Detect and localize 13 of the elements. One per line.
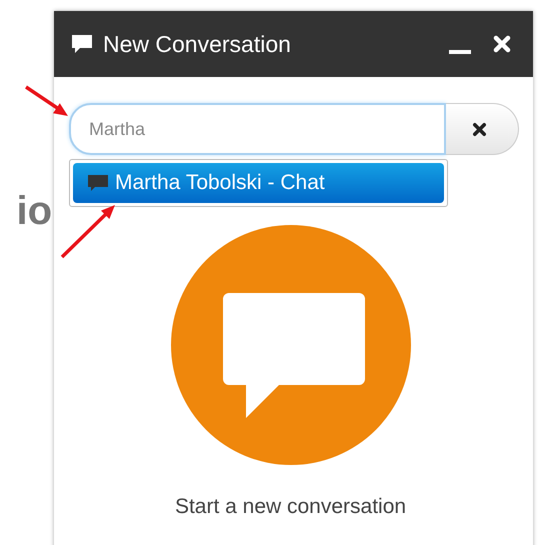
chat-bubble-icon — [87, 174, 109, 192]
search-field[interactable]: Martha — [69, 103, 446, 155]
window-title: New Conversation — [103, 30, 291, 58]
empty-state-message: Start a new conversation — [174, 495, 406, 519]
heading-fragment: io — [16, 189, 52, 235]
annotation-arrow — [24, 85, 70, 118]
speech-bubble-icon — [71, 34, 93, 54]
close-icon — [472, 122, 486, 136]
chat-circle-icon — [170, 225, 410, 465]
clear-button[interactable] — [446, 103, 519, 155]
suggestion-item[interactable]: Martha Tobolski - Chat — [73, 163, 444, 203]
annotation-arrow — [60, 203, 117, 259]
close-icon[interactable] — [493, 35, 511, 53]
